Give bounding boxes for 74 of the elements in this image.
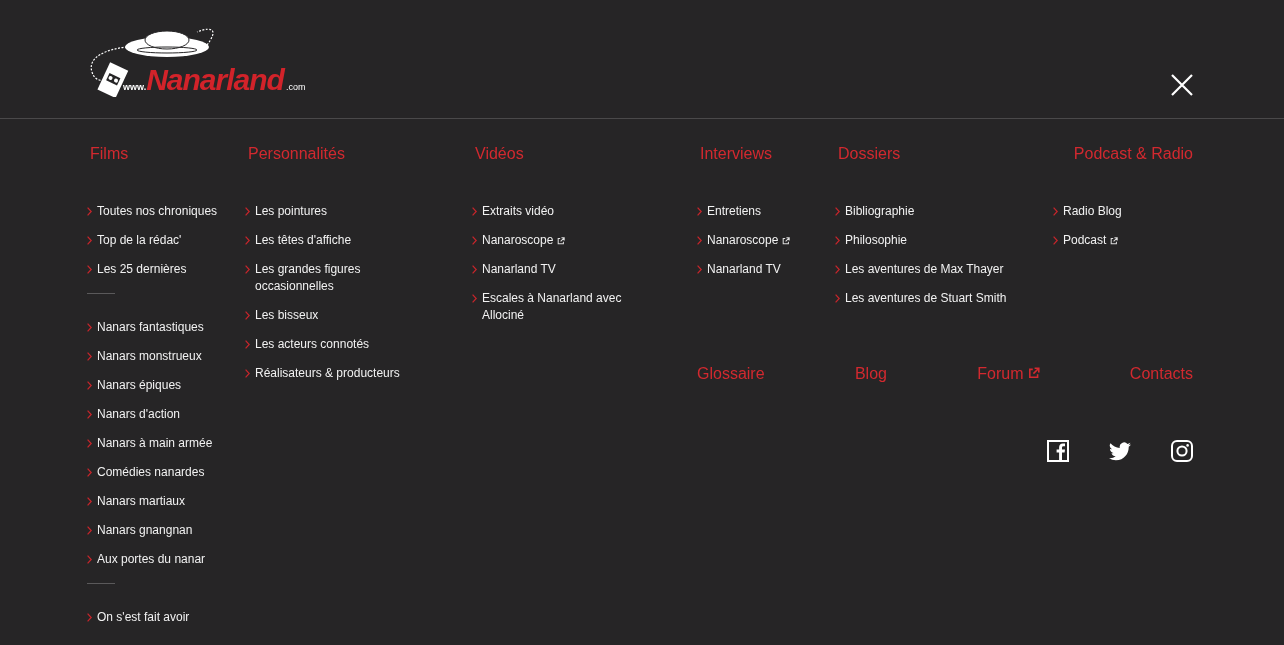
social-link[interactable] bbox=[1171, 440, 1193, 462]
menu-link[interactable]: Réalisateurs & producteurs bbox=[255, 365, 400, 382]
bird-icon bbox=[1109, 440, 1131, 462]
f-square-icon bbox=[1047, 440, 1069, 462]
chevron-icon bbox=[87, 526, 92, 535]
chevron-icon bbox=[87, 613, 92, 622]
chevron-icon bbox=[87, 555, 92, 564]
menu-link[interactable]: Entretiens bbox=[707, 203, 762, 220]
menu-link[interactable]: Nanars fantastiques bbox=[97, 319, 204, 336]
chevron-icon bbox=[87, 236, 92, 245]
menu-link[interactable]: Les grandes figures occasionnelles bbox=[255, 261, 435, 295]
menu-link[interactable]: Nanars à main armée bbox=[97, 435, 213, 452]
chevron-icon bbox=[87, 323, 92, 332]
logo-text[interactable]: .com bbox=[285, 82, 306, 92]
menu-link[interactable]: Radio Blog bbox=[1063, 203, 1122, 220]
chevron-icon bbox=[1053, 207, 1058, 216]
chevron-icon bbox=[87, 468, 92, 477]
chevron-icon bbox=[87, 352, 92, 361]
menu-link[interactable]: Top de la rédac' bbox=[97, 232, 182, 249]
menu-link[interactable]: Extraits vidéo bbox=[482, 203, 555, 220]
menu-link[interactable]: Nanars gnangnan bbox=[97, 522, 193, 539]
menu-link[interactable]: Toutes nos chroniques bbox=[97, 203, 218, 220]
logo-text[interactable]: www. bbox=[123, 82, 147, 92]
menu-link[interactable]: Les pointures bbox=[255, 203, 328, 220]
chevron-icon bbox=[835, 294, 840, 303]
chevron-icon bbox=[697, 207, 702, 216]
menu-link[interactable]: Les aventures de Stuart Smith bbox=[845, 290, 1007, 307]
menu-link[interactable]: Les bisseux bbox=[255, 307, 319, 324]
chevron-icon bbox=[245, 340, 250, 349]
menu-link[interactable]: Philosophie bbox=[845, 232, 908, 249]
menu-link[interactable]: Nanarland TV bbox=[707, 261, 781, 278]
chevron-icon bbox=[87, 497, 92, 506]
menu-link[interactable]: Nanarland TV bbox=[482, 261, 556, 278]
chevron-icon bbox=[245, 265, 250, 274]
menu-link[interactable]: Comédies nanardes bbox=[97, 464, 205, 481]
menu-link[interactable]: Les 25 dernières bbox=[97, 261, 187, 278]
chevron-icon bbox=[472, 236, 477, 245]
camera-icon bbox=[1171, 440, 1193, 462]
chevron-icon bbox=[245, 369, 250, 378]
chevron-icon bbox=[87, 439, 92, 448]
menu-link[interactable]: Les têtes d'affiche bbox=[255, 232, 352, 249]
close-icon bbox=[1171, 74, 1193, 96]
menu-link[interactable]: Les acteurs connotés bbox=[255, 336, 370, 353]
menu-link[interactable]: Les aventures de Max Thayer bbox=[845, 261, 1004, 278]
menu-link[interactable]: Aux portes du nanar bbox=[97, 551, 206, 568]
menu-link[interactable]: Nanaroscope bbox=[482, 232, 566, 249]
menu-link[interactable]: Nanaroscope bbox=[707, 232, 791, 249]
menu-link[interactable]: Escales à Nanarland avec Allociné bbox=[482, 290, 652, 324]
menu-link[interactable]: Podcast bbox=[1063, 232, 1119, 249]
chevron-icon bbox=[835, 265, 840, 274]
chevron-icon bbox=[835, 207, 840, 216]
chevron-icon bbox=[472, 207, 477, 216]
social-link[interactable] bbox=[1109, 440, 1131, 462]
chevron-icon bbox=[87, 381, 92, 390]
chevron-icon bbox=[472, 294, 477, 303]
chevron-icon bbox=[87, 207, 92, 216]
close-button[interactable] bbox=[1171, 74, 1193, 96]
chevron-icon bbox=[245, 236, 250, 245]
chevron-icon bbox=[245, 207, 250, 216]
chevron-icon bbox=[87, 265, 92, 274]
menu-link[interactable]: On s'est fait avoir bbox=[97, 609, 190, 626]
chevron-icon bbox=[87, 410, 92, 419]
social-link[interactable] bbox=[1047, 440, 1069, 462]
chevron-icon bbox=[697, 236, 702, 245]
chevron-icon bbox=[697, 265, 702, 274]
chevron-icon bbox=[1053, 236, 1058, 245]
menu-link[interactable]: Nanars épiques bbox=[97, 377, 182, 394]
chevron-icon bbox=[835, 236, 840, 245]
chevron-icon bbox=[245, 311, 250, 320]
menu-link[interactable]: Nanars martiaux bbox=[97, 493, 186, 510]
menu-link[interactable]: Bibliographie bbox=[845, 203, 915, 220]
chevron-icon bbox=[472, 265, 477, 274]
menu-link[interactable]: Nanars monstrueux bbox=[97, 348, 202, 365]
menu-link[interactable]: Nanars d'action bbox=[97, 406, 180, 423]
